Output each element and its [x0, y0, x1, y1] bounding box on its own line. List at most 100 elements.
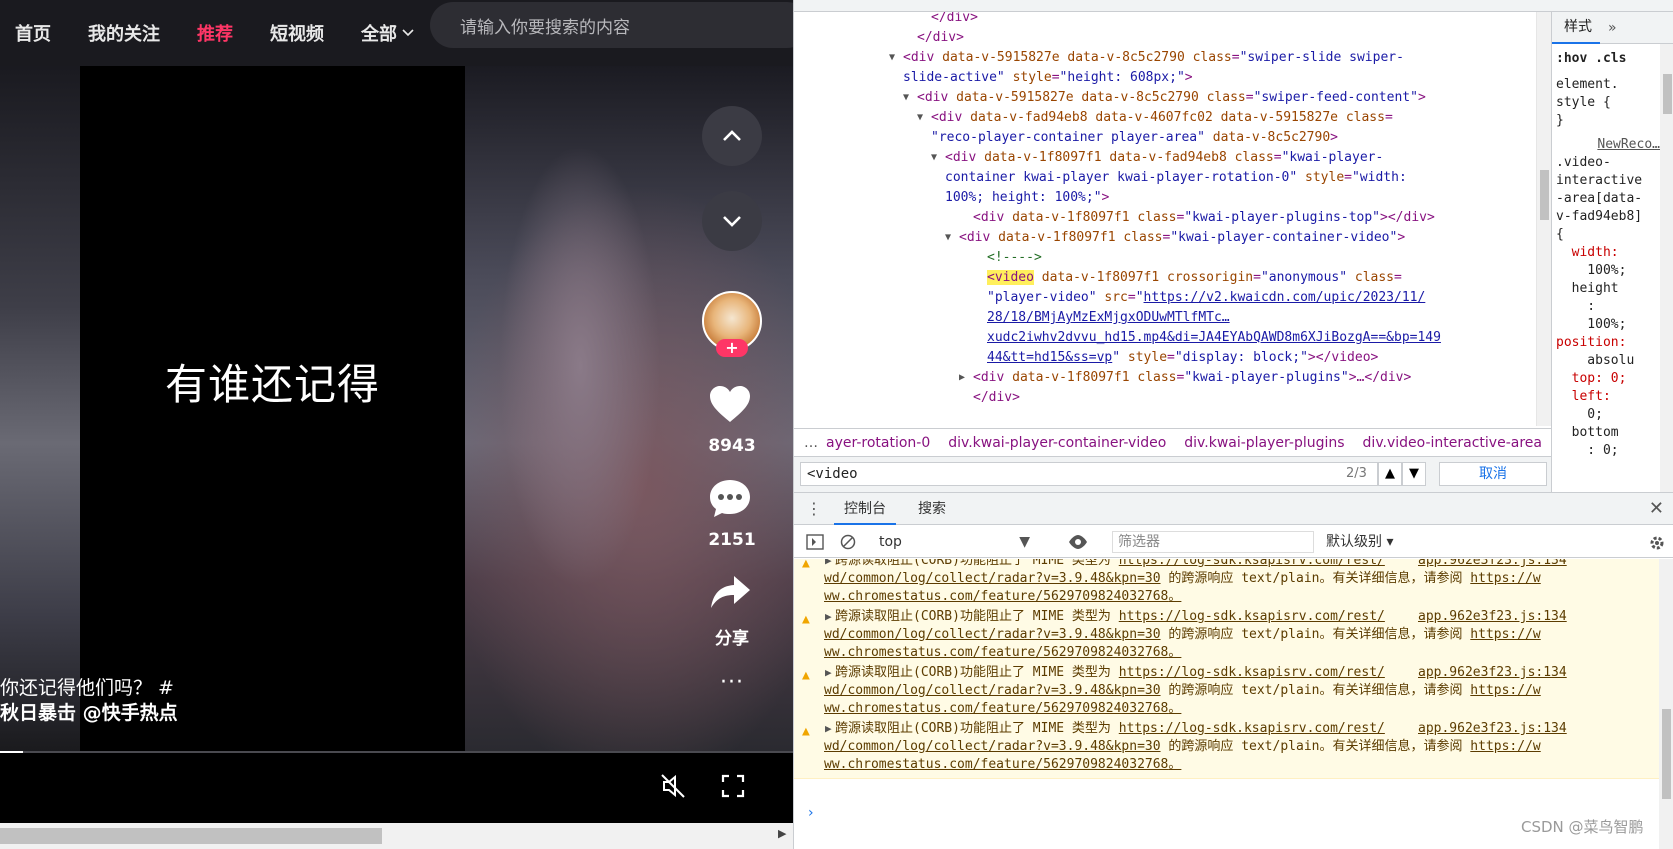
log-level-select[interactable]: 默认级别 ▾ [1326, 531, 1393, 553]
breadcrumb-item[interactable]: div.kwai-player-plugins [1184, 435, 1344, 451]
nav-short-video[interactable]: 短视频 [270, 20, 324, 46]
style-rule-line: } [1556, 113, 1564, 128]
dom-node-line[interactable]: xudc2iwhv2dvvu_hd15.mp4&di=JA4EYAbQAWD8m… [987, 328, 1441, 348]
video-caption: 有谁还记得 [164, 360, 380, 409]
nav-all[interactable]: 全部 [361, 20, 415, 46]
filter-input[interactable]: 筛选器 [1112, 531, 1314, 553]
search-input[interactable]: 请输入你要搜索的内容 [430, 2, 793, 48]
horizontal-scrollbar[interactable]: ▶ [0, 823, 793, 849]
dom-node-line[interactable]: "reco-player-container player-area" data… [931, 128, 1338, 148]
find-count: 2/3 [1346, 466, 1367, 481]
share-icon[interactable] [708, 572, 752, 612]
cancel-button[interactable]: 取消 [1439, 462, 1547, 486]
dom-node-line[interactable]: 100%; height: 100%;"> [945, 188, 1109, 208]
scrollbar-thumb[interactable] [1540, 170, 1549, 220]
breadcrumb-item[interactable]: … [804, 435, 818, 451]
styles-scrollbar[interactable] [1660, 44, 1673, 492]
source-link[interactable]: app.962e3f23.js:134 [1418, 608, 1567, 626]
dom-token: > [1417, 90, 1426, 105]
console-tabs: ⋮ 控制台 搜索 ✕ [794, 493, 1673, 525]
source-link[interactable]: app.962e3f23.js:134 [1418, 559, 1567, 570]
devtools-tabs[interactable] [794, 0, 1673, 12]
styles-rules[interactable]: :hov .cls element. style {} NewReco… .video-… [1552, 44, 1660, 460]
expand-toggle-icon[interactable]: ▼ [945, 228, 951, 248]
comment-icon[interactable] [708, 478, 752, 518]
scrollbar-thumb[interactable] [0, 828, 382, 844]
breadcrumb-item[interactable]: div.kwai-player-container-video [948, 435, 1166, 451]
expand-toggle-icon[interactable]: ▶ [825, 559, 832, 570]
eye-icon[interactable] [1068, 534, 1088, 550]
context-select[interactable]: top ▼ [879, 531, 1034, 553]
dom-node-line[interactable]: ▶ <div data-v-1f8097f1 class="kwai-player… [959, 368, 1411, 388]
description-line-2[interactable]: 秋日暴击 @快手热点 [0, 701, 178, 726]
expand-toggle-icon[interactable]: ▶ [825, 720, 832, 738]
expand-toggle-icon[interactable]: ▼ [917, 108, 923, 128]
nav-following[interactable]: 我的关注 [88, 20, 160, 46]
dom-node-line[interactable]: ▼ <div data-v-1f8097f1 class="kwai-player… [945, 228, 1405, 248]
console-warning[interactable]: ▲ ▶ 跨源读取阻止(CORB)功能阻止了 MIME 类型为 https://log… [794, 663, 1659, 723]
expand-toggle-icon[interactable]: ▼ [931, 148, 937, 168]
sidebar-toggle-icon[interactable] [806, 534, 824, 550]
next-video-button[interactable] [702, 191, 762, 251]
close-icon[interactable]: ✕ [1649, 498, 1664, 519]
dom-node-line[interactable]: 28/18/BMjAyMzExMjgxODUwMTlfMTc… [987, 308, 1230, 328]
fullscreen-icon[interactable] [720, 773, 746, 799]
source-link[interactable]: app.962e3f23.js:134 [1418, 664, 1567, 682]
dom-node-line[interactable]: ▼ <div data-v-5915827e data-v-8c5c2790 cl… [903, 88, 1426, 108]
dom-token: <div [903, 50, 943, 65]
console-warning[interactable]: ▲ ▶ 跨源读取阻止(CORB)功能阻止了 MIME 类型为 https://log… [794, 559, 1659, 611]
expand-toggle-icon[interactable]: ▼ [903, 88, 909, 108]
video-stage[interactable]: 有谁还记得 你还记得他们吗？ # 秋日暴击 @快手热点 + 8943 2151 … [0, 66, 793, 752]
dom-node-line[interactable]: <div data-v-1f8097f1 class="kwai-player-… [973, 208, 1435, 228]
expand-toggle-icon[interactable]: ▶ [825, 608, 832, 626]
clear-console-icon[interactable] [840, 534, 856, 550]
dom-node-line[interactable]: ▼ <div data-v-1f8097f1 data-v-fad94eb8 cl… [931, 148, 1383, 168]
kebab-menu-icon[interactable]: ⋮ [806, 499, 822, 518]
heart-icon[interactable] [708, 384, 752, 424]
source-link[interactable]: app.962e3f23.js:134 [1418, 720, 1567, 738]
scroll-right-icon[interactable]: ▶ [778, 827, 786, 840]
dom-node-line[interactable]: <video data-v-1f8097f1 crossorigin="anon… [987, 268, 1402, 288]
dom-node-line[interactable]: </div> [931, 12, 978, 28]
console-warning[interactable]: ▲ ▶ 跨源读取阻止(CORB)功能阻止了 MIME 类型为 https://log… [794, 607, 1659, 667]
share-label[interactable]: 分享 [690, 624, 774, 649]
breadcrumb-item[interactable]: div.video-interactive-area [1363, 435, 1542, 451]
expand-toggle-icon[interactable]: ▶ [825, 664, 832, 682]
find-input[interactable]: <video [800, 462, 1378, 486]
prev-video-button[interactable] [702, 106, 762, 166]
dom-node-line[interactable]: </div> [917, 28, 964, 48]
console-scrollbar[interactable] [1659, 559, 1673, 849]
follow-button[interactable]: + [716, 339, 748, 357]
scrollbar-thumb[interactable] [1663, 74, 1672, 114]
gear-icon[interactable] [1648, 534, 1666, 552]
tab-console[interactable]: 控制台 [834, 493, 896, 525]
dom-node-line[interactable]: "player-video" src="https://v2.kwaicdn.c… [987, 288, 1425, 308]
chevron-down-icon [402, 29, 414, 37]
dom-token: data-v-8c5c2790 [1204, 130, 1331, 145]
elements-scrollbar[interactable] [1536, 12, 1551, 426]
breadcrumb-item[interactable]: ayer-rotation-0 [826, 435, 930, 451]
elements-tree[interactable]: </div> </div> ▼ <div data-v-5915827e data-v… [794, 12, 1551, 426]
dom-node-line[interactable]: </div> [973, 388, 1020, 408]
dom-node-line[interactable]: container kwai-player kwai-player-rotati… [945, 168, 1407, 188]
dom-node-line[interactable]: slide-active" style="height: 608px;"> [903, 68, 1193, 88]
expand-toggle-icon[interactable]: ▶ [959, 368, 965, 388]
dom-token: "kwai-player-plugins-top" [1184, 210, 1381, 225]
scrollbar-thumb[interactable] [1662, 709, 1671, 799]
dom-node-line[interactable]: ▼ <div data-v-5915827e data-v-8c5c2790 cl… [889, 48, 1404, 68]
more-tabs-icon[interactable]: » [1608, 20, 1617, 36]
dom-node-line[interactable]: ▼ <div data-v-fad94eb8 data-v-4607fc02 da… [917, 108, 1393, 128]
more-icon[interactable]: ··· [720, 670, 744, 695]
find-next-button[interactable]: ▼ [1402, 462, 1426, 486]
console-prompt[interactable]: › [808, 805, 814, 821]
mute-icon[interactable] [660, 773, 686, 799]
dom-node-line[interactable]: <!----> [987, 248, 1042, 268]
expand-toggle-icon[interactable]: ▼ [889, 48, 895, 68]
tab-styles[interactable]: 样式 [1552, 12, 1600, 44]
dom-node-line[interactable]: 44&tt=hd15&ss=vp" style="display: block;… [987, 348, 1378, 368]
console-warning[interactable]: ▲ ▶ 跨源读取阻止(CORB)功能阻止了 MIME 类型为 https://log… [794, 719, 1659, 779]
tab-search[interactable]: 搜索 [908, 493, 956, 525]
nav-home[interactable]: 首页 [15, 20, 51, 46]
find-prev-button[interactable]: ▲ [1378, 462, 1402, 486]
nav-recommend[interactable]: 推荐 [197, 20, 233, 46]
